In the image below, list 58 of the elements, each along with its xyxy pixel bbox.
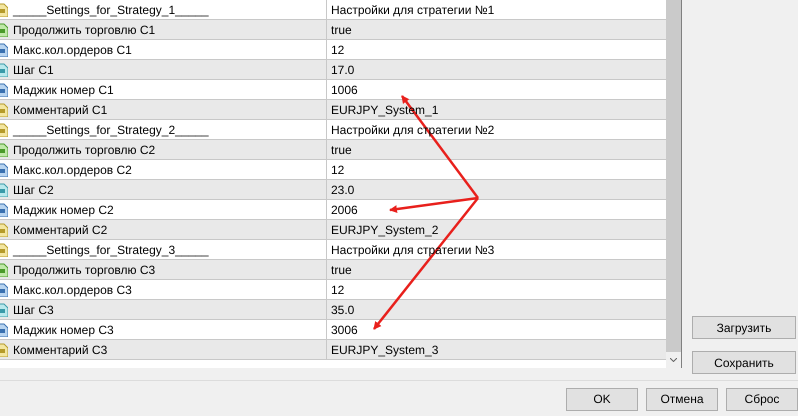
parameter-name: Маджик номер C2: [13, 202, 114, 216]
dialog-button[interactable]: Отмена: [646, 388, 718, 410]
decimal-type-icon: [0, 302, 8, 316]
parameter-name: Шаг C2: [13, 182, 54, 196]
parameter-name: Комментарий C3: [13, 342, 108, 356]
parameter-name: Продолжить торговлю C3: [13, 262, 156, 276]
parameter-value[interactable]: EURJPY_System_3: [327, 340, 438, 359]
number-type-icon: [0, 202, 8, 216]
bool-type-icon: [0, 142, 8, 156]
side-button[interactable]: Сохранить: [692, 351, 796, 374]
bool-type-icon: [0, 262, 8, 276]
chevron-down-icon[interactable]: [670, 358, 677, 362]
number-type-icon: [0, 82, 8, 96]
bool-type-icon: [0, 22, 8, 36]
parameter-value[interactable]: 35.0: [327, 300, 354, 319]
parameter-value[interactable]: 2006: [327, 200, 358, 219]
parameter-value[interactable]: EURJPY_System_2: [327, 220, 438, 239]
number-type-icon: [0, 42, 8, 56]
parameter-value[interactable]: 17.0: [327, 60, 354, 79]
dialog-button[interactable]: OK: [566, 388, 638, 410]
parameter-value[interactable]: true: [327, 20, 352, 39]
text-type-icon: [0, 2, 8, 16]
parameter-value[interactable]: 12: [327, 280, 344, 299]
parameter-value[interactable]: 1006: [327, 80, 358, 99]
parameter-name: Маджик номер C3: [13, 322, 114, 336]
parameter-name: Макс.кол.ордеров C3: [13, 282, 132, 296]
number-type-icon: [0, 282, 8, 296]
parameter-name: Маджик номер C1: [13, 82, 114, 96]
decimal-type-icon: [0, 62, 8, 76]
number-type-icon: [0, 322, 8, 336]
text-type-icon: [0, 242, 8, 256]
parameter-value[interactable]: Настройки для стратегии №1: [327, 0, 494, 19]
parameter-value[interactable]: 23.0: [327, 180, 354, 199]
parameter-value[interactable]: 12: [327, 160, 344, 179]
scrollbar[interactable]: [666, 0, 682, 368]
parameter-value[interactable]: 3006: [327, 320, 358, 339]
parameter-name: Шаг C3: [13, 302, 54, 316]
parameter-name: Продолжить торговлю C2: [13, 142, 156, 156]
dialog-button[interactable]: Сброс: [726, 388, 798, 410]
parameter-name: Шаг C1: [13, 62, 54, 76]
parameter-value[interactable]: true: [327, 140, 352, 159]
text-type-icon: [0, 342, 8, 356]
parameter-name: Макс.кол.ордеров C2: [13, 162, 132, 176]
side-button[interactable]: Загрузить: [692, 316, 796, 339]
parameter-name: Комментарий C1: [13, 102, 108, 116]
text-type-icon: [0, 222, 8, 236]
parameter-value[interactable]: 12: [327, 40, 344, 59]
parameter-value[interactable]: true: [327, 260, 352, 279]
parameter-name: Продолжить торговлю C1: [13, 22, 156, 36]
parameter-name: Комментарий C2: [13, 222, 108, 236]
text-type-icon: [0, 122, 8, 136]
number-type-icon: [0, 162, 8, 176]
decimal-type-icon: [0, 182, 8, 196]
parameter-name: Макс.кол.ордеров C1: [13, 42, 132, 56]
parameter-name: _____Settings_for_Strategy_1_____: [13, 2, 208, 16]
parameter-name: _____Settings_for_Strategy_3_____: [13, 242, 208, 256]
text-type-icon: [0, 102, 8, 116]
parameter-name: _____Settings_for_Strategy_2_____: [13, 122, 208, 136]
